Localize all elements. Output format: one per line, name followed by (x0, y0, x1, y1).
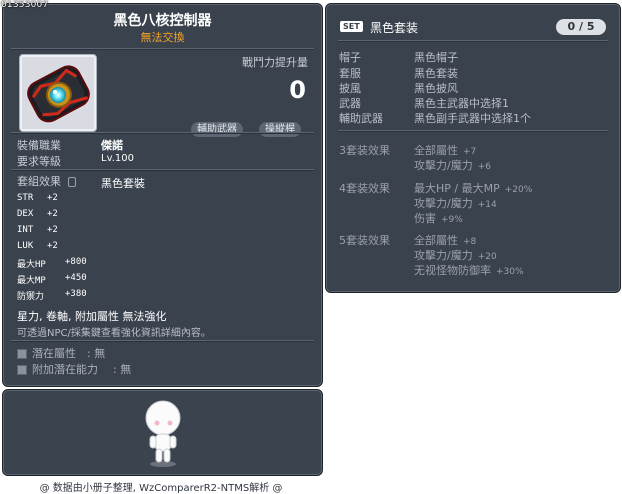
set-piece-item: 黑色帽子 (414, 51, 458, 64)
set-effect-line: 伤害 +9% (414, 210, 463, 226)
set-piece-item: 黑色套装 (414, 67, 458, 80)
set-effect-value: 黑色套裝 (101, 177, 145, 190)
stat-value: +2 (47, 225, 58, 235)
divider (11, 132, 314, 134)
set-piece-item: 黑色副手武器中选择1个 (414, 112, 531, 125)
set-effect-text: 无视怪物防御率 (414, 264, 491, 277)
set-effect-line: 最大HP / 最大MP +20% (414, 180, 532, 196)
bonus-potential-icon (17, 365, 27, 375)
set-effect-value: +20 (477, 252, 497, 262)
bonus-potential-row: 附加潛在能力 : 無 (17, 361, 131, 377)
set-effect-value: +30% (496, 267, 524, 277)
set-count: 0 / 5 (556, 19, 606, 35)
stat-value: +450 (65, 273, 87, 283)
stat-value: +2 (47, 209, 58, 219)
set-effect-line: 攻擊力/魔力 +14 (414, 195, 497, 211)
level-value: Lv.100 (101, 153, 134, 164)
set-piece-item: 黑色披风 (414, 82, 458, 95)
stat-row: 最大HP +800 (17, 257, 87, 270)
set-effect-value: +7 (463, 147, 477, 157)
bonus-potential-value: : 無 (113, 363, 132, 376)
stat-value: +380 (65, 289, 87, 299)
divider (338, 40, 608, 42)
stat-value: +2 (47, 193, 58, 203)
set-effect-text: 最大HP / 最大MP (414, 182, 500, 195)
set-piece-slot: 輔助武器 (339, 112, 383, 125)
divider (338, 130, 608, 132)
stat-name: INT (17, 225, 34, 235)
set-effect-value: +6 (477, 162, 491, 172)
item-name: 黑色八核控制器 (113, 13, 212, 29)
category-tag-sub-weapon: 輔助武器 (191, 122, 243, 137)
character-preview (2, 389, 323, 476)
divider (11, 340, 314, 342)
divider (11, 48, 314, 50)
item-tooltip: 黑色八核控制器 無法交換 戰鬥力提升量 0 輔助武器 操縱桿 裝備職業 傑諾 要… (2, 3, 323, 387)
set-piece-item: 黑色主武器中选择1 (414, 97, 509, 110)
set-effect-tier: 4套装效果 (339, 182, 390, 195)
stat-name: DEX (17, 209, 34, 219)
set-piece-slot: 帽子 (339, 51, 361, 64)
set-effect-text: 攻擊力/魔力 (414, 159, 473, 172)
power-value: 0 (289, 76, 306, 104)
tradable-status: 無法交換 (140, 31, 185, 44)
job-value: 傑諾 (101, 139, 123, 152)
set-piece-slot: 披風 (339, 82, 361, 95)
set-effect-value: +20% (504, 185, 533, 195)
potential-value: : 無 (87, 347, 106, 360)
avatar-icon (145, 400, 181, 467)
job-label: 裝備職業 (17, 139, 61, 152)
set-effect-text: 全部屬性 (414, 234, 458, 247)
set-effect-line: 全部屬性 +8 (414, 232, 476, 248)
set-effect-text: 全部屬性 (414, 144, 458, 157)
set-badge: SET (340, 21, 363, 32)
potential-row: 潛在屬性 : 無 (17, 345, 105, 361)
lock-icon (67, 177, 76, 187)
category-tag-joystick: 操縱桿 (259, 122, 301, 137)
footer-credit: @ 数据由小册子整理, WzComparerR2-NTMS解析 @ (39, 483, 283, 494)
stat-name: 防禦力 (17, 292, 45, 302)
stat-name: 最大MP (17, 276, 46, 286)
item-icon (27, 65, 90, 123)
set-name: 黑色套装 (370, 21, 419, 35)
set-effect-line: 全部屬性 +7 (414, 142, 476, 158)
set-effect-label-text: 套組效果 (17, 175, 61, 188)
set-effect-label: 套組效果 (17, 173, 76, 189)
set-effect-line: 攻擊力/魔力 +20 (414, 247, 497, 263)
stat-row: STR +2 (17, 193, 58, 203)
set-effect-tier: 5套装效果 (339, 234, 390, 247)
stat-name: STR (17, 193, 34, 203)
set-effect-value: +8 (463, 237, 477, 247)
divider (11, 169, 314, 171)
level-label: 要求等級 (17, 155, 61, 168)
set-effect-text: 攻擊力/魔力 (414, 249, 473, 262)
set-effect-tier: 3套装效果 (339, 144, 390, 157)
enhance-hint: 可透過NPC/採集鍵查看強化資訊詳細內容。 (17, 328, 211, 339)
stat-row: 防禦力 +380 (17, 289, 87, 302)
set-piece-slot: 武器 (339, 97, 361, 110)
set-effect-text: 攻擊力/魔力 (414, 197, 473, 210)
stat-row: LUK +2 (17, 241, 58, 251)
power-label: 戰鬥力提升量 (242, 56, 308, 69)
item-icon-frame (19, 54, 97, 132)
stat-name: 最大HP (17, 260, 46, 270)
stat-value: +800 (65, 257, 87, 267)
set-effect-line: 攻擊力/魔力 +6 (414, 157, 491, 173)
set-effect-text: 伤害 (414, 212, 436, 225)
stat-row: DEX +2 (17, 209, 58, 219)
stat-name: LUK (17, 241, 34, 251)
stat-row: 最大MP +450 (17, 273, 87, 286)
potential-icon (17, 349, 27, 359)
stat-row: INT +2 (17, 225, 58, 235)
set-piece-slot: 套服 (339, 67, 361, 80)
set-effect-value: +14 (477, 200, 497, 210)
enhance-notes: 星力, 卷軸, 附加屬性 無法強化 (17, 310, 167, 323)
stat-value: +2 (47, 241, 58, 251)
potential-label: 潛在屬性 (32, 347, 76, 360)
item-id: 01353007 (1, 0, 49, 10)
set-effect-value: +9% (441, 215, 463, 225)
set-effect-line: 无视怪物防御率 +30% (414, 262, 524, 278)
set-tooltip: SET 黑色套装 0 / 5 帽子 黑色帽子 套服 黑色套装 披風 黑色披风 武… (325, 3, 621, 293)
bonus-potential-label: 附加潛在能力 (32, 363, 98, 376)
